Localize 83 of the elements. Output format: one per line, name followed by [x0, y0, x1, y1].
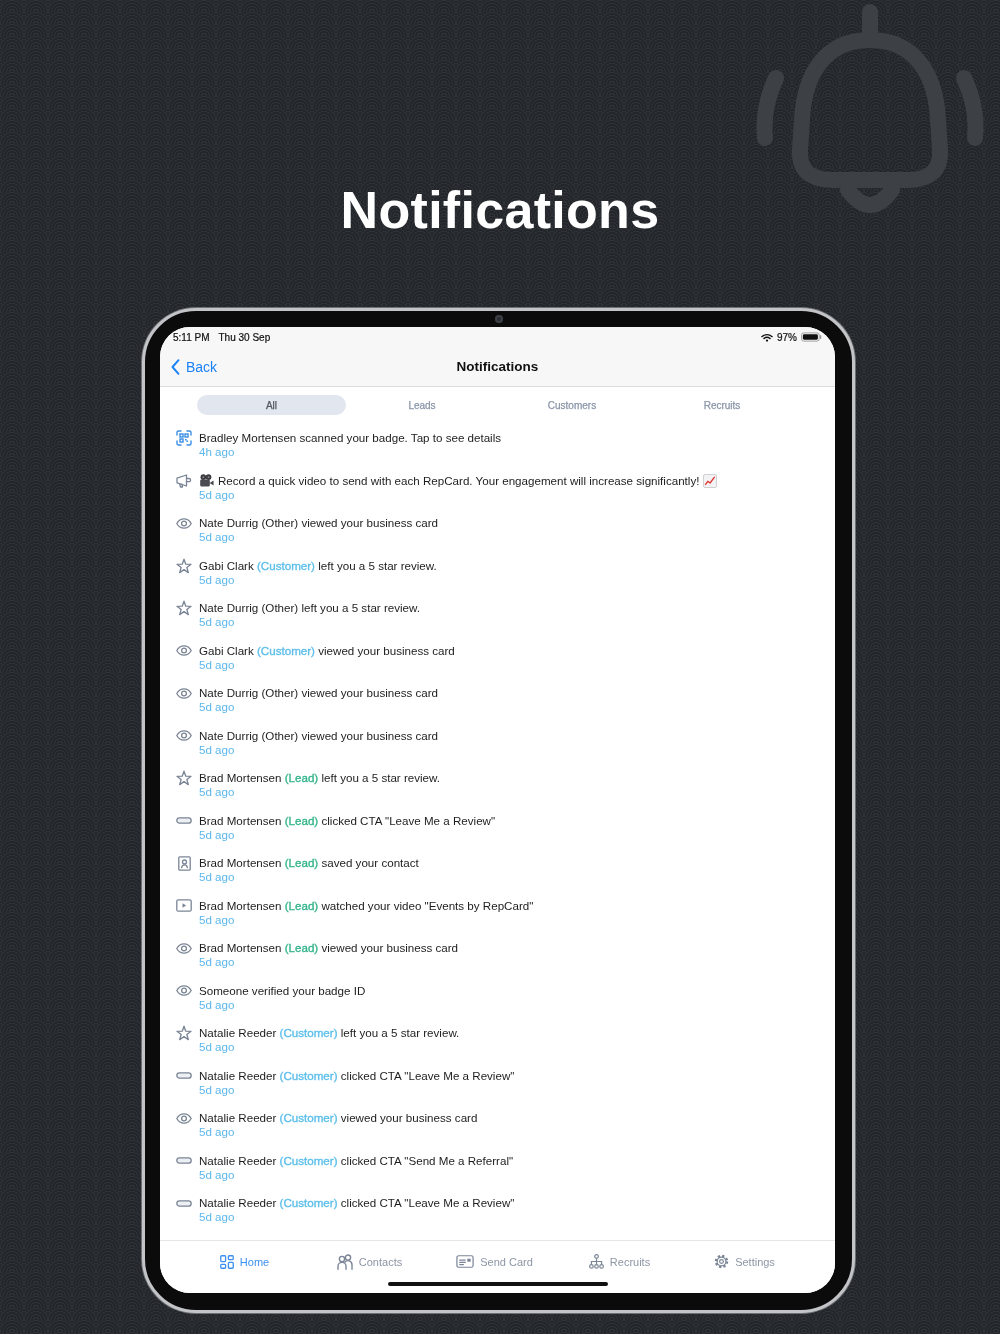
play-icon — [176, 899, 192, 913]
grid-icon — [219, 1254, 234, 1269]
pill-icon — [176, 817, 192, 825]
wifi-icon — [761, 332, 773, 342]
notification-text: Someone verified your badge ID — [199, 983, 366, 998]
timestamp: 5d ago — [199, 657, 235, 672]
filter-tab[interactable]: All — [197, 395, 346, 415]
screen-title: Notifications — [456, 359, 539, 374]
notification-text: Brad Mortensen (Lead) left you a 5 star review. — [199, 771, 441, 786]
notification-text: Brad Mortensen (Lead) watched your video "Events by RepCard" — [199, 898, 534, 913]
notification-text: Gabi Clark (Customer) viewed your business card — [199, 643, 455, 658]
notification-text: Brad Mortensen (Lead) clicked CTA "Leave Me a Review" — [199, 813, 496, 828]
timestamp: 5d ago — [199, 700, 235, 715]
eye-icon — [176, 1112, 192, 1124]
people-icon — [336, 1253, 353, 1270]
timestamp: 5d ago — [199, 1040, 235, 1055]
timestamp: 5d ago — [199, 870, 235, 885]
timestamp: 5d ago — [199, 742, 235, 757]
star-icon — [176, 600, 192, 617]
timestamp: 5d ago — [199, 530, 235, 545]
star-icon — [176, 770, 192, 787]
battery-icon — [801, 332, 822, 342]
timestamp: 5d ago — [199, 912, 235, 927]
notification-text: Nate Durrig (Other) viewed your business card — [199, 686, 439, 701]
timestamp: 5d ago — [199, 487, 235, 502]
eye-icon — [176, 517, 192, 529]
page-headline: Notifications — [340, 180, 660, 240]
eye-icon — [176, 645, 192, 657]
notification-text: Natalie Reeder (Customer) viewed your business card — [199, 1111, 478, 1126]
timestamp: 5d ago — [199, 1167, 235, 1182]
hierarchy-icon — [588, 1254, 604, 1269]
notification-text: Brad Mortensen (Lead) saved your contact — [199, 856, 419, 871]
notification-text: Nate Durrig (Other) viewed your business card — [199, 516, 439, 531]
movie-camera-icon — [199, 474, 214, 487]
filter-tab[interactable]: Recruits — [647, 395, 797, 415]
pill-icon — [176, 1072, 192, 1080]
eye-icon — [176, 687, 192, 699]
notification-text: Natalie Reeder (Customer) clicked CTA "Leave Me a Review" — [199, 1068, 515, 1083]
notification-text: Nate Durrig (Other) left you a 5 star review. — [199, 601, 420, 616]
tab-bar-item[interactable]: Send Card — [432, 1255, 557, 1268]
star-icon — [176, 1025, 192, 1042]
timestamp: 4h ago — [199, 445, 235, 459]
notification-text: Brad Mortensen (Lead) viewed your business card — [199, 941, 459, 956]
eye-icon — [176, 985, 192, 997]
eye-icon — [176, 730, 192, 742]
timestamp: 5d ago — [199, 615, 235, 630]
timestamp: 5d ago — [199, 785, 235, 800]
notification-text: Gabi Clark (Customer) left you a 5 star review. — [199, 558, 437, 573]
tab-bar-item[interactable]: Contacts — [307, 1253, 432, 1270]
filter-tab[interactable]: Customers — [497, 395, 647, 415]
contact-card-icon — [177, 855, 191, 871]
timestamp: 5d ago — [199, 1125, 235, 1140]
settings-icon — [714, 1254, 730, 1269]
chevron-left-icon — [171, 358, 180, 375]
notification-text: Natalie Reeder (Customer) left you a 5 star review. — [199, 1026, 460, 1041]
star-icon — [176, 557, 192, 574]
status-date: Thu 30 Sep — [218, 331, 271, 343]
timestamp: 5d ago — [199, 997, 235, 1012]
notification-text: Record a quick video to send with each RepCard. Your engagement will increase significantly! — [218, 473, 700, 488]
timestamp: 5d ago — [199, 827, 235, 842]
timestamp: 5d ago — [199, 1210, 235, 1225]
tab-bar-item[interactable]: Settings — [682, 1254, 807, 1269]
rising-chart-icon — [703, 473, 718, 488]
notification-text: Natalie Reeder (Customer) clicked CTA "Leave Me a Review" — [199, 1196, 515, 1211]
status-time: 5:11 PM — [173, 331, 210, 343]
timestamp: 5d ago — [199, 1082, 235, 1097]
timestamp: 5d ago — [199, 955, 235, 970]
qr-scan-icon — [176, 430, 192, 446]
notification-text: Nate Durrig (Other) viewed your business card — [199, 728, 439, 743]
eye-icon — [176, 942, 192, 954]
battery-percent: 97% — [777, 331, 797, 343]
notification-text: Natalie Reeder (Customer) clicked CTA "Send Me a Referral" — [199, 1153, 514, 1168]
timestamp: 5d ago — [199, 572, 235, 587]
notification-text: Bradley Mortensen scanned your badge. Tap to see details — [199, 431, 502, 445]
tab-bar-item[interactable]: Home — [182, 1254, 307, 1269]
tab-bar-item[interactable]: Recruits — [557, 1254, 682, 1269]
pill-icon — [176, 1157, 192, 1165]
megaphone-icon — [176, 473, 192, 488]
pill-icon — [176, 1199, 192, 1207]
card-icon — [456, 1255, 475, 1268]
camera-icon — [495, 315, 503, 323]
filter-tab[interactable]: Leads — [347, 395, 497, 415]
back-button[interactable]: Back — [171, 356, 218, 377]
